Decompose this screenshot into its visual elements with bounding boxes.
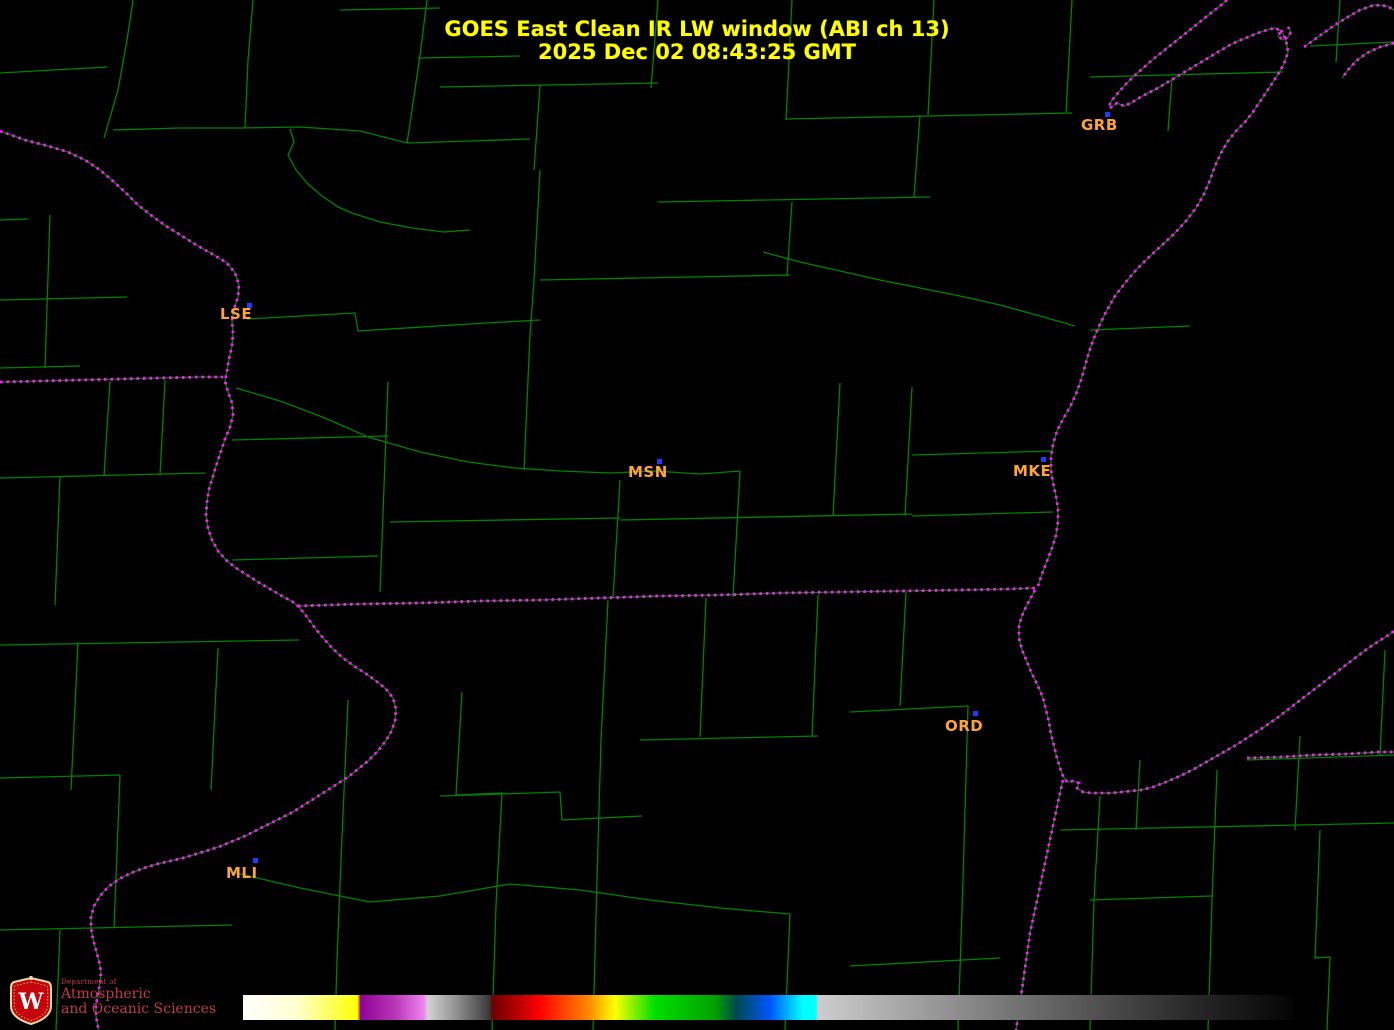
state-border-underlay — [1015, 779, 1064, 1030]
aos-logo-text: Department of Atmospheric and Oceanic Sc… — [61, 976, 216, 1017]
city-label-MKE: MKE — [1013, 462, 1052, 480]
satellite-map — [0, 0, 1394, 1030]
city-dot-ORD — [973, 711, 978, 716]
county-boundary-line — [699, 597, 707, 738]
county-boundary-line — [339, 7, 441, 11]
county-boundary-line — [1059, 822, 1394, 831]
city-label-MLI: MLI — [226, 864, 258, 882]
county-boundary-line — [657, 196, 931, 203]
county-boundary-line — [639, 735, 819, 741]
county-boundary-line — [786, 201, 793, 277]
county-boundary-line — [1167, 77, 1173, 132]
county-boundary-line — [732, 470, 741, 598]
county-boundary-line — [389, 517, 621, 523]
city-label-ORD: ORD — [945, 717, 984, 735]
state-border-dotted — [0, 375, 223, 384]
county-boundary-line — [0, 66, 108, 74]
county-boundary-line — [911, 450, 1052, 456]
county-boundary-line — [235, 387, 741, 475]
goes-satellite-viewer: GOES East Clean IR LW window (ABI ch 13)… — [0, 0, 1394, 1030]
city-label-LSE: LSE — [220, 305, 253, 323]
city-label-GRB: GRB — [1081, 116, 1118, 134]
county-boundary-line — [455, 691, 503, 1030]
county-boundary-line — [832, 382, 841, 517]
county-boundary-line — [0, 365, 81, 369]
county-boundary-line — [439, 82, 659, 88]
state-border-dotted — [1014, 779, 1065, 1030]
county-boundary-line — [849, 957, 1001, 967]
county-boundary-line — [0, 639, 300, 646]
county-boundary-line — [0, 296, 128, 301]
county-boundary-line — [913, 114, 921, 198]
county-boundary-line — [533, 84, 541, 171]
county-boundary-line — [334, 699, 349, 1030]
county-boundary-line — [70, 641, 79, 791]
state-border-dotted — [1036, 29, 1290, 587]
county-boundary-line — [246, 312, 541, 332]
county-boundary-line — [612, 479, 621, 599]
county-boundary-line — [439, 791, 643, 821]
county-boundary-line — [957, 705, 969, 1030]
title-line2: 2025 Dec 02 08:43:25 GMT — [538, 40, 856, 64]
county-boundary-line — [811, 594, 819, 738]
image-title: GOES East Clean IR LW window (ABI ch 13)… — [0, 18, 1394, 64]
county-boundary-line — [619, 513, 913, 521]
county-boundary-line — [231, 871, 791, 915]
county-boundary-line — [529, 169, 541, 336]
temperature-colorbar — [243, 995, 1293, 1020]
county-boundary-line — [0, 472, 206, 479]
county-boundary-line — [1379, 649, 1386, 757]
county-boundary-line — [1135, 759, 1141, 831]
county-boundary-line — [113, 774, 121, 929]
state-border-dotted — [1017, 589, 1394, 795]
state-border-underlay — [1037, 29, 1289, 587]
county-boundary-line — [1089, 325, 1191, 331]
city-label-MSN: MSN — [628, 463, 668, 481]
county-boundary-line — [379, 381, 389, 593]
county-boundary-line — [1089, 71, 1284, 78]
svg-text:W: W — [18, 989, 44, 1015]
logo-line2: and Oceanic Sciences — [61, 1001, 217, 1017]
county-boundary-line — [0, 774, 121, 779]
county-boundary-line — [904, 386, 913, 517]
county-boundary-line — [287, 128, 471, 233]
county-boundary-line — [0, 218, 29, 221]
county-boundary-line — [159, 379, 166, 476]
title-line1: GOES East Clean IR LW window (ABI ch 13) — [444, 17, 950, 41]
county-boundary-line — [231, 435, 389, 441]
county-boundary-line — [103, 380, 111, 477]
county-boundary-line — [539, 274, 791, 281]
county-boundary-line — [899, 591, 907, 707]
county-boundary-line — [1294, 735, 1301, 831]
county-boundary-line — [0, 924, 233, 931]
county-boundary-line — [112, 126, 531, 144]
county-boundary-line — [849, 705, 969, 713]
logo-line1: Atmospheric — [61, 986, 151, 1002]
county-boundary-line — [523, 334, 531, 471]
county-boundary-line — [1314, 829, 1331, 1030]
county-boundary-line — [44, 214, 51, 369]
aos-logo: W Department of Atmospheric and Oceanic … — [8, 976, 216, 1026]
county-boundary-line — [1089, 895, 1213, 901]
county-boundary-line — [210, 647, 219, 791]
county-boundary-line — [1207, 769, 1218, 1030]
county-boundary-line — [762, 251, 1076, 327]
county-boundary-line — [785, 112, 1073, 120]
county-boundary-line — [592, 599, 609, 1030]
county-boundary-line — [911, 511, 1054, 517]
uw-crest-icon: W — [10, 976, 52, 1026]
city-dot-MLI — [253, 858, 258, 863]
county-boundary-line — [54, 475, 61, 606]
county-boundary-line — [231, 555, 379, 561]
